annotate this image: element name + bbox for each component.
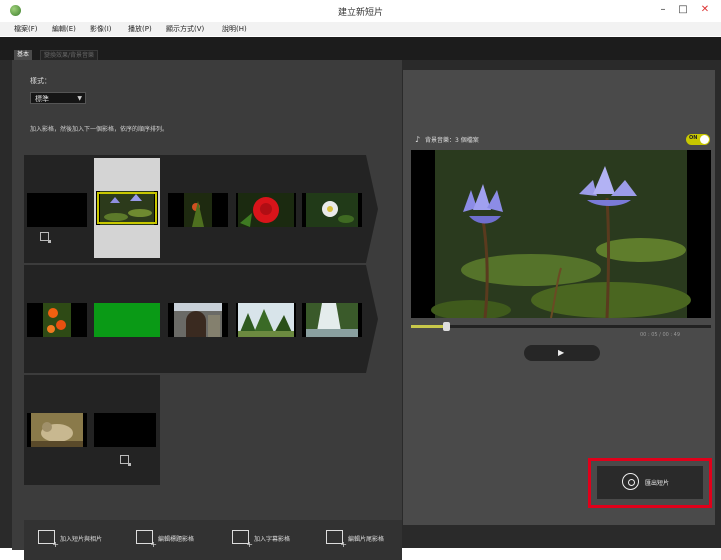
water-lily-thumbnail <box>96 191 158 225</box>
video-preview <box>411 150 711 318</box>
add-subtitle-frame-button[interactable]: 加入字幕影格 <box>232 527 312 551</box>
clip-bird[interactable] <box>27 413 87 447</box>
toggle-label: ON <box>689 135 698 141</box>
title-icon <box>136 530 157 549</box>
music-note-icon: ♪ <box>415 135 421 144</box>
clip-waterfall[interactable] <box>302 303 362 337</box>
style-select[interactable]: 標準 ▼ <box>30 92 86 104</box>
instructions-text: 加入影格，然後加入下一個影格，依序的順序排列。 <box>30 126 169 133</box>
subtitle-icon <box>232 530 253 549</box>
chevron-down-icon: ▼ <box>77 95 82 102</box>
menu-file[interactable]: 檔案(F) <box>14 24 38 34</box>
clip-green-frame[interactable] <box>94 303 160 337</box>
row-1-arrow <box>366 155 378 263</box>
menu-view[interactable]: 顯示方式(V) <box>166 24 204 34</box>
menu-image[interactable]: 影像(I) <box>90 24 112 34</box>
edit-credits-frame-button[interactable]: 編輯片尾影格 <box>326 527 402 551</box>
clip-orange-flowers[interactable] <box>27 303 87 337</box>
clip-plant[interactable] <box>168 193 228 227</box>
clip-end-placeholder[interactable] <box>94 413 156 447</box>
rose-thumbnail <box>236 193 296 227</box>
add-media-icon <box>38 530 59 549</box>
play-icon: ▶ <box>558 348 565 357</box>
menu-play[interactable]: 播放(P) <box>128 24 152 34</box>
export-movie-button[interactable]: 匯出短片 <box>597 466 703 499</box>
water-lily-preview-image <box>411 150 711 318</box>
title-bar: 建立新短片 – □ ✕ <box>0 0 721 22</box>
menu-bar: 檔案(F) 編輯(E) 影像(I) 播放(P) 顯示方式(V) 說明(H) <box>0 22 721 36</box>
menu-edit[interactable]: 編輯(E) <box>52 24 76 34</box>
background-music-label[interactable]: 背景音樂：3 個檔案 <box>425 135 479 144</box>
play-button[interactable]: ▶ <box>524 345 600 361</box>
edit-title-label: 編輯標題影格 <box>158 536 195 543</box>
app-window: 建立新短片 – □ ✕ 檔案(F) 編輯(E) 影像(I) 播放(P) 顯示方式… <box>0 0 721 560</box>
storyboard-panel: 樣式： 標準 ▼ 加入影格，然後加入下一個影格，依序的順序排列。 + 加入短片與… <box>12 60 402 560</box>
clip-placeholder[interactable] <box>27 193 87 227</box>
transition-icon[interactable] <box>40 232 51 243</box>
close-button[interactable]: ✕ <box>696 4 714 16</box>
tab-basic[interactable]: 基本 <box>14 50 33 60</box>
style-label: 樣式： <box>30 77 51 85</box>
export-movie-label: 匯出短片 <box>645 480 670 487</box>
forest-thumbnail <box>236 303 296 337</box>
edit-title-frame-button[interactable]: 編輯標題影格 <box>136 527 216 551</box>
maximize-button[interactable]: □ <box>675 4 691 16</box>
window-title: 建立新短片 <box>337 8 383 18</box>
white-flower-thumbnail <box>302 193 362 227</box>
bottom-toolbar: 加入短片與相片 編輯標題影格 加入字幕影格 編輯片尾影格 <box>24 520 402 560</box>
storyboard-row-3 <box>24 375 160 485</box>
add-images-label: 加入短片與相片 <box>60 536 103 543</box>
storyboard-row-1 <box>24 155 366 263</box>
seekbar[interactable] <box>411 325 711 328</box>
seekbar-progress <box>411 325 447 328</box>
add-subtitle-label: 加入字幕影格 <box>254 536 291 543</box>
row-2-arrow <box>366 265 378 373</box>
clip-water-lily[interactable] <box>96 191 158 225</box>
add-images-button[interactable]: 加入短片與相片 <box>38 527 118 551</box>
clip-forest[interactable] <box>236 303 296 337</box>
clip-red-rose[interactable] <box>236 193 296 227</box>
bird-thumbnail <box>27 413 87 447</box>
storyboard-row-2 <box>24 265 366 373</box>
menu-help[interactable]: 說明(H) <box>222 24 247 34</box>
seekbar-handle[interactable] <box>443 322 450 331</box>
tab-strip: 基本 變換效果/背景音樂 <box>0 37 721 61</box>
clip-stone-building[interactable] <box>168 303 228 337</box>
transition-icon[interactable] <box>120 455 131 466</box>
toggle-knob <box>700 135 709 144</box>
edit-credits-label: 編輯片尾影格 <box>348 536 385 543</box>
credits-icon <box>326 530 347 549</box>
orange-flowers-thumbnail <box>27 303 87 337</box>
plant-thumbnail <box>168 193 228 227</box>
film-reel-icon <box>622 473 639 490</box>
clip-white-flower[interactable] <box>302 193 362 227</box>
waterfall-thumbnail <box>302 303 362 337</box>
music-toggle[interactable]: ON <box>686 134 710 145</box>
building-thumbnail <box>168 303 228 337</box>
minimize-button[interactable]: – <box>655 4 671 16</box>
style-select-value: 標準 <box>35 95 49 103</box>
time-readout: 00 : 05 / 00 : 49 <box>640 332 681 338</box>
